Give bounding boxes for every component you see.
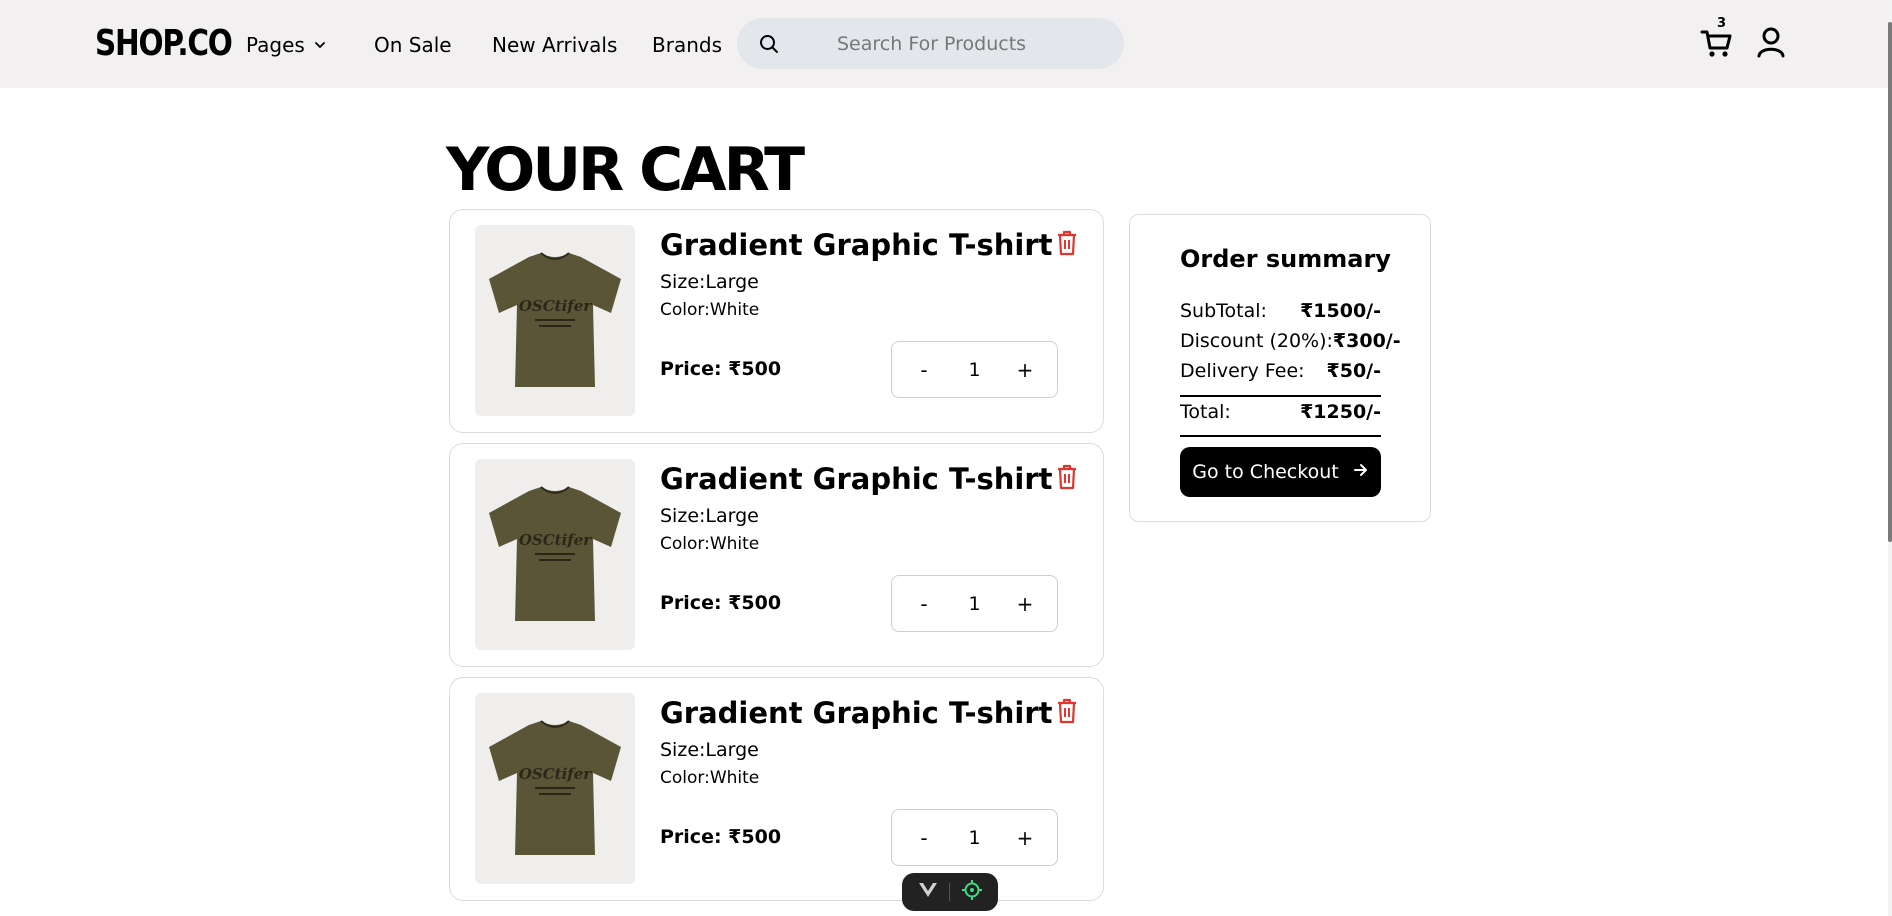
total-value: ₹1250/-	[1300, 401, 1381, 423]
search-bar	[737, 18, 1124, 69]
trash-icon[interactable]	[1055, 698, 1079, 724]
nav-new-arrivals[interactable]: New Arrivals	[492, 30, 617, 60]
trash-icon[interactable]	[1055, 230, 1079, 256]
divider	[1180, 435, 1381, 437]
top-navbar: SHOP.CO Pages On Sale New Arrivals Brand…	[0, 0, 1892, 88]
user-icon[interactable]	[1756, 26, 1786, 58]
svg-text:OSCtifer: OSCtifer	[519, 531, 592, 549]
product-image[interactable]: OSCtifer	[475, 225, 635, 416]
product-price: Price: ₹500	[660, 826, 782, 848]
tshirt-icon: OSCtifer	[489, 252, 621, 387]
scrollbar-thumb[interactable]	[1888, 22, 1892, 542]
tshirt-icon: OSCtifer	[489, 720, 621, 855]
quantity-value: 1	[968, 358, 981, 381]
order-summary-panel: Order summary SubTotal: ₹1500/- Discount…	[1129, 214, 1431, 522]
vue-logo-icon[interactable]	[918, 881, 938, 904]
product-name[interactable]: Gradient Graphic T-shirt	[660, 696, 1053, 730]
product-name[interactable]: Gradient Graphic T-shirt	[660, 462, 1053, 496]
nav-on-sale[interactable]: On Sale	[374, 30, 452, 60]
toolbar-separator	[948, 883, 950, 901]
subtotal-label: SubTotal:	[1180, 300, 1267, 322]
nav-brands[interactable]: Brands	[652, 30, 722, 60]
checkout-label: Go to Checkout	[1192, 461, 1339, 483]
product-price: Price: ₹500	[660, 592, 782, 614]
cart-item: OSCtifer Gradient Graphic T-shirt Size:L…	[449, 443, 1104, 667]
product-image[interactable]: OSCtifer	[475, 459, 635, 650]
cart-item: OSCtifer Gradient Graphic T-shirt Size:L…	[449, 209, 1104, 433]
svg-text:OSCtifer: OSCtifer	[519, 765, 592, 783]
quantity-value: 1	[968, 592, 981, 615]
delivery-fee-value: ₹50/-	[1326, 360, 1382, 382]
nav-pages-dropdown[interactable]: Pages	[246, 30, 327, 60]
cart-item: OSCtifer Gradient Graphic T-shirt Size:L…	[449, 677, 1104, 901]
arrow-right-icon	[1353, 461, 1369, 483]
discount-label: Discount (20%):	[1180, 330, 1333, 352]
delivery-fee-row: Delivery Fee: ₹50/-	[1180, 360, 1381, 382]
quantity-stepper: - 1 +	[891, 809, 1058, 866]
page-scrollbar[interactable]	[1888, 0, 1892, 916]
decrease-qty-button[interactable]: -	[912, 826, 936, 850]
trash-icon[interactable]	[1055, 464, 1079, 490]
checkout-button[interactable]: Go to Checkout	[1180, 447, 1381, 497]
order-summary-title: Order summary	[1180, 245, 1391, 273]
increase-qty-button[interactable]: +	[1013, 592, 1037, 616]
product-price: Price: ₹500	[660, 358, 782, 380]
divider	[1180, 395, 1381, 397]
product-size: Size:Large	[660, 739, 759, 761]
nav-pages-label: Pages	[246, 33, 305, 57]
product-size: Size:Large	[660, 505, 759, 527]
product-color: Color:White	[660, 534, 760, 554]
discount-value: ₹300/-	[1332, 330, 1401, 352]
increase-qty-button[interactable]: +	[1013, 826, 1037, 850]
tshirt-icon: OSCtifer	[489, 486, 621, 621]
total-label: Total:	[1180, 401, 1231, 423]
quantity-value: 1	[968, 826, 981, 849]
product-color: Color:White	[660, 300, 760, 320]
search-icon	[757, 32, 781, 56]
page-title: YOUR CART	[446, 135, 805, 205]
decrease-qty-button[interactable]: -	[912, 592, 936, 616]
product-name[interactable]: Gradient Graphic T-shirt	[660, 228, 1053, 262]
inspect-target-icon[interactable]	[961, 879, 983, 906]
chevron-down-icon	[313, 38, 327, 52]
total-row: Total: ₹1250/-	[1180, 401, 1381, 423]
dev-toolbar	[902, 873, 998, 911]
subtotal-row: SubTotal: ₹1500/-	[1180, 300, 1381, 322]
cart-icon[interactable]	[1700, 26, 1734, 60]
search-input[interactable]	[837, 18, 1107, 69]
quantity-stepper: - 1 +	[891, 341, 1058, 398]
discount-row: Discount (20%): ₹300/-	[1180, 330, 1401, 352]
product-size: Size:Large	[660, 271, 759, 293]
logo[interactable]: SHOP.CO	[95, 22, 233, 66]
product-color: Color:White	[660, 768, 760, 788]
quantity-stepper: - 1 +	[891, 575, 1058, 632]
subtotal-value: ₹1500/-	[1300, 300, 1381, 322]
svg-text:OSCtifer: OSCtifer	[519, 297, 592, 315]
increase-qty-button[interactable]: +	[1013, 358, 1037, 382]
product-image[interactable]: OSCtifer	[475, 693, 635, 884]
decrease-qty-button[interactable]: -	[912, 358, 936, 382]
delivery-fee-label: Delivery Fee:	[1180, 360, 1305, 382]
